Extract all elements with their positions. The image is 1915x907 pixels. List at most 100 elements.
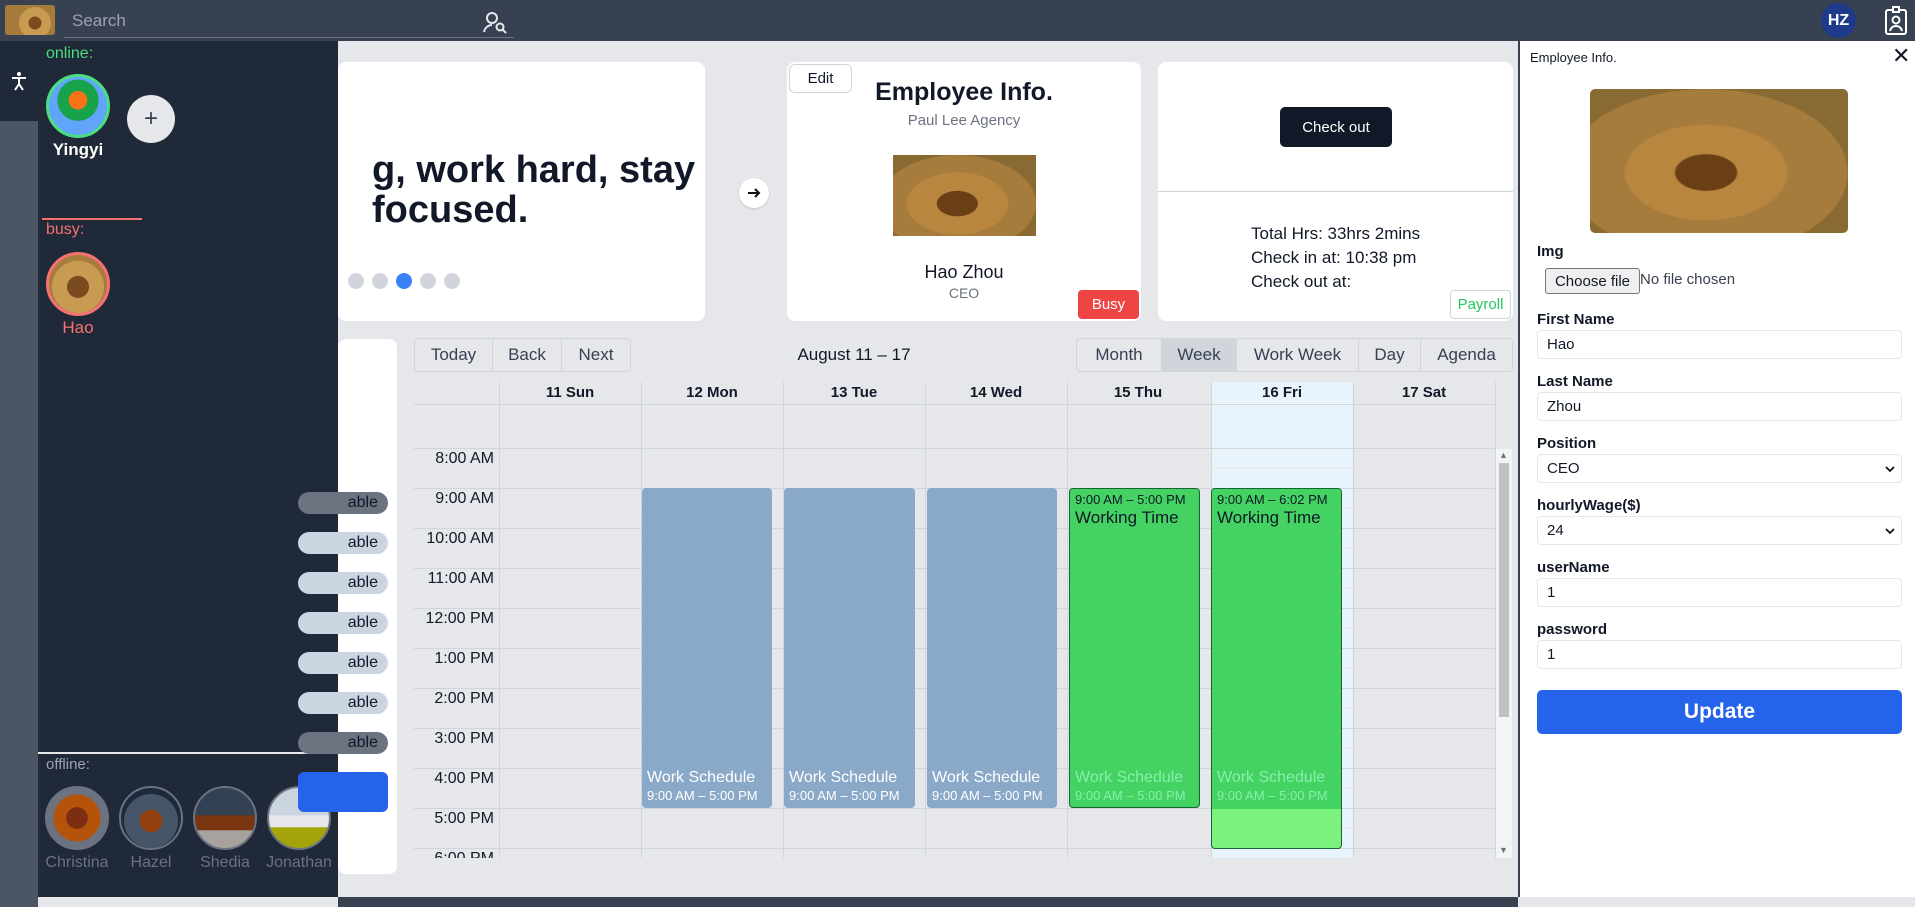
divider [42, 218, 142, 220]
panel-title: Employee Info. [1530, 50, 1617, 65]
employee-card-title: Employee Info. [875, 78, 1053, 106]
day-header[interactable]: 15 Thu [1067, 384, 1209, 404]
availability-pill[interactable]: able [298, 652, 388, 674]
scroll-thumb[interactable] [1499, 463, 1509, 717]
accessibility-button[interactable] [0, 41, 38, 121]
user-name: Shedia [200, 854, 250, 871]
position-select[interactable]: CEO [1537, 454, 1902, 483]
grid-hour-line [414, 448, 1496, 449]
status-busy-button[interactable]: Busy [1078, 290, 1139, 319]
user-avatar[interactable]: HZ [1821, 3, 1856, 38]
app-logo[interactable] [5, 5, 55, 35]
event-fill [1212, 489, 1341, 809]
availability-pill[interactable]: able [298, 692, 388, 714]
day-header[interactable]: 16 Fri [1211, 384, 1353, 404]
time-label: 11:00 AM [427, 570, 494, 587]
chevron-down-icon [1885, 460, 1895, 477]
contact-card-icon[interactable] [1884, 6, 1908, 41]
availability-pill[interactable]: able [298, 572, 388, 594]
avatar [119, 786, 183, 850]
avatar [193, 786, 257, 850]
back-button[interactable]: Back [492, 338, 562, 372]
grid-header-line [414, 404, 1496, 405]
payroll-button[interactable]: Payroll [1450, 290, 1511, 319]
event-title: Work Schedule [647, 769, 756, 786]
choose-file-button[interactable]: Choose file [1545, 268, 1640, 294]
day-header[interactable]: 12 Mon [641, 384, 783, 404]
carousel-dot[interactable] [348, 273, 364, 289]
scroll-up-icon[interactable]: ▲ [1499, 450, 1508, 460]
accessibility-icon [12, 72, 26, 91]
password-field[interactable]: 1 [1537, 640, 1902, 669]
calendar-scrollbar[interactable]: ▲ ▼ [1496, 449, 1512, 858]
total-hours: Total Hrs: 33hrs 2mins [1251, 224, 1421, 243]
offline-user-christina[interactable]: Christina [40, 786, 114, 872]
calendar-date-range: August 11 – 17 [797, 345, 911, 364]
carousel-next-button[interactable] [739, 178, 769, 208]
position-value: CEO [1547, 460, 1580, 477]
day-header[interactable]: 17 Sat [1353, 384, 1495, 404]
availability-pill[interactable]: able [298, 532, 388, 554]
event-time: 9:00 AM – 5:00 PM [932, 788, 1043, 803]
time-label: 1:00 PM [434, 650, 494, 667]
today-button[interactable]: Today [414, 338, 493, 372]
calendar-event[interactable]: Work Schedule 9:00 AM – 5:00 PM [784, 488, 915, 808]
event-time: 9:00 AM – 5:00 PM [647, 788, 758, 803]
view-day-button[interactable]: Day [1358, 338, 1421, 372]
day-header[interactable]: 14 Wed [925, 384, 1067, 404]
update-button[interactable]: Update [1537, 690, 1902, 734]
event-time: 9:00 AM – 5:00 PM [789, 788, 900, 803]
availability-pill[interactable]: able [298, 732, 388, 754]
search-input[interactable] [64, 6, 464, 36]
offline-user-hazel[interactable]: Hazel [114, 786, 188, 872]
day-header[interactable]: 13 Tue [783, 384, 925, 404]
divider [1158, 191, 1513, 192]
view-week-button[interactable]: Week [1161, 338, 1237, 372]
img-label: Img [1537, 243, 1564, 260]
view-work-week-button[interactable]: Work Week [1236, 338, 1359, 372]
view-month-button[interactable]: Month [1076, 338, 1162, 372]
user-search-icon[interactable] [482, 9, 508, 40]
day-header[interactable]: 11 Sun [499, 384, 641, 404]
carousel-dot[interactable] [444, 273, 460, 289]
calendar-event[interactable]: 9:00 AM – 6:02 PM Working Time Work Sche… [1211, 488, 1342, 849]
calendar-event[interactable]: Work Schedule 9:00 AM – 5:00 PM [927, 488, 1057, 808]
time-label: 12:00 PM [425, 610, 494, 627]
time-label: 6:00 PM [414, 850, 494, 858]
bottom-bar [338, 897, 1518, 907]
check-info: Total Hrs: 33hrs 2mins Check in at: 10:3… [1251, 222, 1420, 294]
calendar-event[interactable]: Work Schedule 9:00 AM – 5:00 PM [642, 488, 772, 808]
close-icon[interactable]: ✕ [1892, 43, 1910, 69]
next-button[interactable]: Next [561, 338, 631, 372]
carousel-dot[interactable] [420, 273, 436, 289]
online-user-yingyi[interactable]: Yingyi [38, 74, 118, 160]
time-label: 10:00 AM [426, 530, 494, 547]
check-out-time: Check out at: [1251, 272, 1352, 291]
offline-user-shedia[interactable]: Shedia [188, 786, 262, 872]
wage-select[interactable]: 24 [1537, 516, 1902, 545]
divider [38, 752, 338, 754]
carousel-dot[interactable] [396, 273, 412, 289]
user-name: Jonathan [266, 854, 332, 871]
add-user-button[interactable]: + [127, 95, 175, 143]
availability-pill[interactable]: able [298, 492, 388, 514]
avatar [45, 786, 109, 850]
availability-pill[interactable]: able [298, 612, 388, 634]
carousel-dot[interactable] [372, 273, 388, 289]
view-agenda-button[interactable]: Agenda [1420, 338, 1513, 372]
first-name-field[interactable]: Hao [1537, 330, 1902, 359]
username-field[interactable]: 1 [1537, 578, 1902, 607]
availability-submit-button[interactable] [298, 772, 388, 812]
busy-user-hao[interactable]: Hao [38, 252, 118, 338]
check-out-button[interactable]: Check out [1280, 107, 1392, 147]
scroll-down-icon[interactable]: ▼ [1499, 845, 1508, 855]
chevron-down-icon [1885, 522, 1895, 539]
last-name-field[interactable]: Zhou [1537, 392, 1902, 421]
people-sidebar: online: Yingyi + busy: Hao offline: Chri… [38, 41, 338, 897]
wage-label: hourlyWage($) [1537, 497, 1641, 514]
grid-half-hour-line [499, 468, 1496, 469]
calendar-event[interactable]: 9:00 AM – 5:00 PM Working Time Work Sche… [1069, 488, 1200, 808]
event-title: Working Time [1075, 508, 1179, 527]
check-in-card: Check out Total Hrs: 33hrs 2mins Check i… [1158, 62, 1513, 321]
grid-column-line [925, 382, 926, 858]
